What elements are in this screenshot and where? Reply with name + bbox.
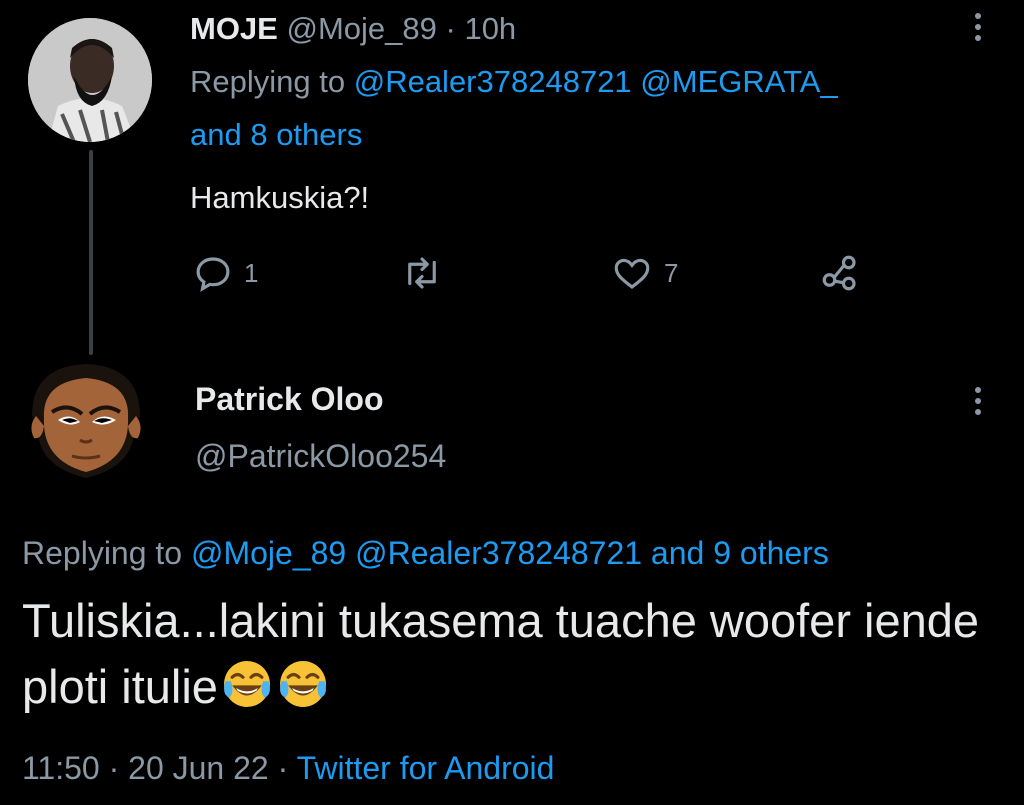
tears-of-joy-emoji (224, 661, 270, 707)
share-icon (822, 255, 856, 291)
tweet1-header: MOJE @Moje_89 · 10h (190, 10, 516, 48)
tweet1-more-icon[interactable] (968, 8, 988, 48)
tweet1-display-name[interactable]: MOJE (190, 11, 278, 46)
tweet1-separator: · (445, 11, 456, 46)
tweet2-handle[interactable]: @PatrickOloo254 (195, 438, 446, 475)
thread-line (89, 150, 93, 355)
retweet-icon (408, 257, 436, 289)
tweet1-reply-others[interactable]: and 8 others (190, 116, 362, 154)
tears-of-joy-emoji-2 (280, 661, 326, 707)
tweet2-separator: · (108, 750, 120, 786)
tweet2-text-content: Tuliskia...lakini tukasema tuache woofer… (22, 594, 980, 713)
like-button[interactable]: 7 (610, 252, 678, 294)
reply-icon (196, 257, 230, 292)
tweet2-reply-targets[interactable]: @Moje_89 @Realer378248721 and 9 others (191, 535, 829, 571)
tweet2-more-icon[interactable] (968, 382, 988, 422)
tweet2-separator-2: · (277, 750, 289, 786)
avatar-moje-image (28, 18, 152, 142)
tweet1-time[interactable]: 10h (464, 11, 516, 46)
retweet-button[interactable] (400, 252, 444, 294)
tweet2-replying-prefix: Replying to (22, 535, 183, 571)
tweet2-source[interactable]: Twitter for Android (297, 750, 555, 786)
tweet1-reply-handles[interactable]: @Realer378248721 @MEGRATA_ (354, 64, 838, 99)
like-icon (614, 258, 650, 289)
tweet1-handle[interactable]: @Moje_89 (286, 11, 436, 46)
tweet1-replying-to: Replying to @Realer378248721 @MEGRATA_ (190, 63, 838, 101)
avatar-moje[interactable] (28, 18, 152, 142)
reply-count: 1 (244, 257, 259, 288)
tweet2-replying-to: Replying to @Moje_89 @Realer378248721 an… (22, 532, 829, 574)
tweet2-display-name[interactable]: Patrick Oloo (195, 381, 384, 418)
reply-button[interactable]: 1 (192, 252, 258, 294)
avatar-patrick-image (22, 356, 150, 484)
tweet2-date[interactable]: 20 Jun 22 (128, 750, 269, 786)
tweet1-replying-prefix: Replying to (190, 64, 346, 99)
share-button[interactable] (818, 252, 862, 294)
tweet2-meta: 11:50 · 20 Jun 22 · Twitter for Android (22, 750, 554, 787)
like-count: 7 (664, 257, 679, 288)
tweet2-time[interactable]: 11:50 (22, 750, 100, 786)
avatar-patrick[interactable] (22, 356, 150, 484)
tweet1-text: Hamkuskia?! (190, 180, 370, 215)
tweet2-text: Tuliskia...lakini tukasema tuache woofer… (22, 588, 1012, 720)
